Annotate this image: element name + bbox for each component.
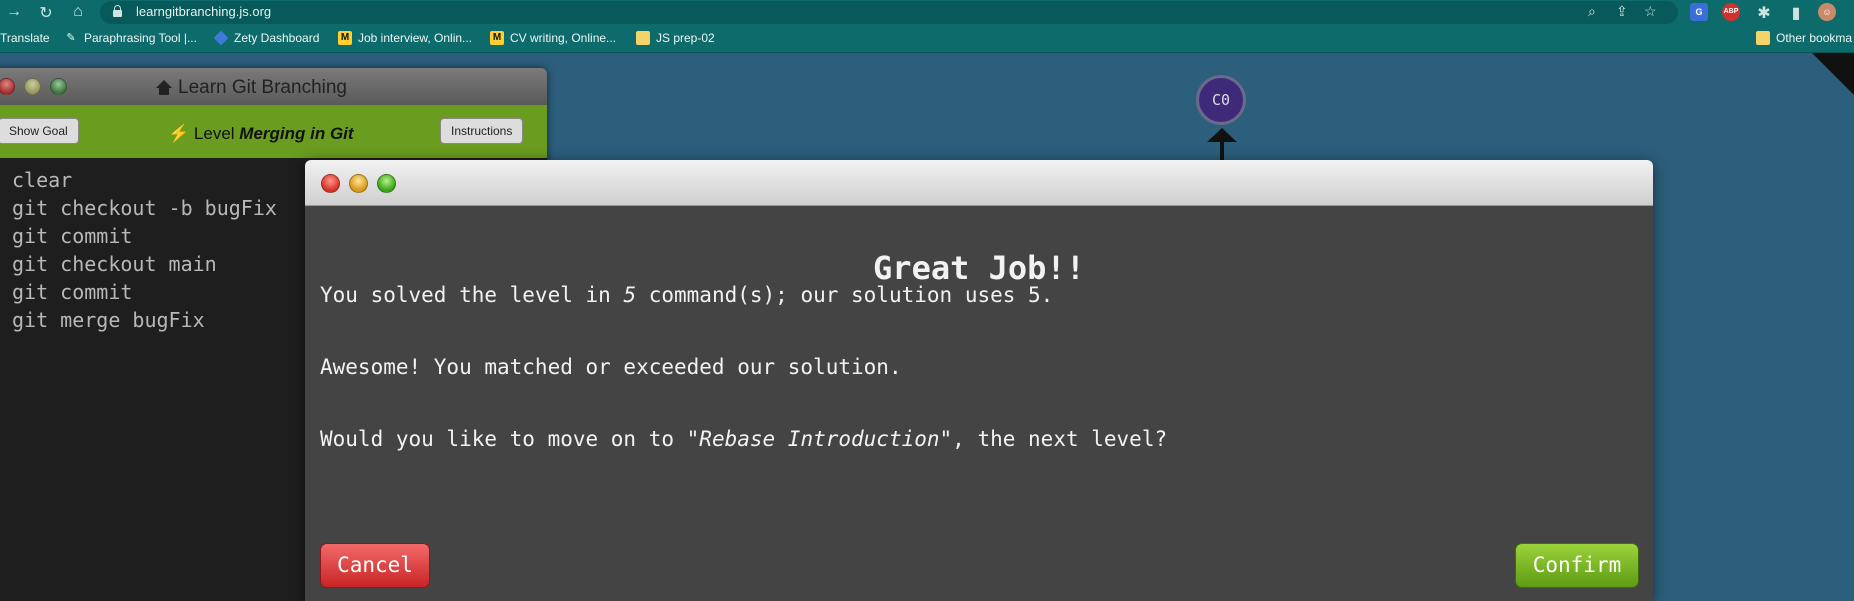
- cancel-button[interactable]: Cancel: [320, 543, 430, 588]
- bookmark-label: JS prep-02: [656, 31, 715, 45]
- bookmark-other[interactable]: Other bookma: [1756, 31, 1852, 45]
- command-count: 5: [623, 283, 637, 307]
- reload-icon[interactable]: ↻: [34, 3, 58, 23]
- level-name: Merging in Git: [239, 124, 354, 143]
- dialog-body: Great Job!! You solved the level in 5 co…: [305, 249, 1653, 451]
- close-light[interactable]: [321, 174, 340, 193]
- show-goal-button[interactable]: Show Goal: [0, 118, 79, 144]
- zoom-icon[interactable]: ⌕: [1588, 3, 1596, 20]
- next-level-name: "Rebase Introduction": [686, 427, 953, 451]
- terminal-title-text: Learn Git Branching: [178, 77, 347, 98]
- sidebar-icon[interactable]: ▮: [1784, 3, 1808, 23]
- confirm-button[interactable]: Confirm: [1515, 543, 1639, 588]
- miro-icon: M: [490, 31, 504, 45]
- question-suffix: , the next level?: [952, 427, 1168, 451]
- bookmark-label: Other bookma: [1776, 31, 1853, 45]
- level-bar: Show Goal ⚡ Level Merging in Git Instruc…: [0, 105, 547, 158]
- close-light[interactable]: [0, 78, 15, 95]
- home-icon[interactable]: ⌂: [66, 3, 90, 21]
- level-prefix: Level: [193, 124, 235, 143]
- bookmark-zety[interactable]: Zety Dashboard: [213, 30, 320, 46]
- profile-avatar[interactable]: ☺: [1818, 3, 1836, 21]
- home-icon: [156, 80, 172, 96]
- browser-toolbar: → ↻ ⌂ learngitbranching.js.org ⌕ ⇪ ☆ G A…: [0, 0, 1854, 25]
- bookmark-label: Zety Dashboard: [234, 31, 320, 45]
- terminal-titlebar[interactable]: Learn Git Branching: [0, 68, 547, 105]
- share-icon[interactable]: ⇪: [1616, 3, 1628, 20]
- zety-icon: [213, 30, 229, 46]
- terminal-title: Learn Git Branching: [156, 77, 347, 99]
- adblock-plus-icon[interactable]: ABP: [1722, 3, 1740, 21]
- bookmark-star-icon[interactable]: ☆: [1644, 3, 1657, 20]
- bookmark-cv-writing[interactable]: M CV writing, Online...: [490, 31, 616, 45]
- bookmark-paraphrasing[interactable]: ✎ Paraphrasing Tool |...: [64, 31, 197, 45]
- address-bar[interactable]: learngitbranching.js.org ⌕ ⇪ ☆: [100, 1, 1678, 24]
- solution-text: command(s); our solution uses 5.: [636, 283, 1054, 307]
- forward-icon[interactable]: →: [2, 3, 26, 21]
- bookmark-label: Paraphrasing Tool |...: [84, 31, 197, 45]
- lock-icon[interactable]: [113, 5, 122, 17]
- bookmark-label: Job interview, Onlin...: [358, 31, 473, 45]
- bookmark-label: Translate: [0, 31, 50, 45]
- folder-icon: [636, 31, 650, 45]
- maximize-light[interactable]: [50, 78, 67, 95]
- paraphrase-icon: ✎: [66, 32, 76, 44]
- miro-icon: M: [338, 31, 352, 45]
- bookmark-translate[interactable]: Translate: [0, 31, 50, 45]
- branch-arrow-head: [1207, 128, 1237, 142]
- instructions-button[interactable]: Instructions: [440, 118, 524, 144]
- url-text[interactable]: learngitbranching.js.org: [136, 4, 271, 19]
- solved-message: You solved the level in 5 command(s); ou…: [320, 283, 1053, 307]
- question-text: Would you like to move on to: [320, 427, 687, 451]
- next-level-question: Would you like to move on to "Rebase Int…: [320, 427, 1167, 451]
- commit-node[interactable]: C0: [1196, 75, 1246, 125]
- bookmarks-bar: Translate ✎ Paraphrasing Tool |... Zety D…: [0, 25, 1854, 53]
- solved-text: You solved the level in: [320, 283, 624, 307]
- minimize-light[interactable]: [24, 78, 41, 95]
- level-label: ⚡ Level Merging in Git: [168, 124, 354, 144]
- puzzle-icon[interactable]: ✱: [1752, 3, 1776, 23]
- corner-decoration: [1812, 53, 1854, 95]
- dialog-titlebar[interactable]: [305, 160, 1653, 206]
- google-translate-icon[interactable]: G: [1690, 3, 1708, 21]
- lightning-icon: ⚡: [168, 124, 190, 143]
- bookmark-js-prep[interactable]: JS prep-02: [636, 31, 715, 45]
- awesome-message: Awesome! You matched or exceeded our sol…: [320, 355, 902, 379]
- bookmark-label: CV writing, Online...: [510, 31, 617, 45]
- bookmark-job-interview[interactable]: M Job interview, Onlin...: [338, 31, 472, 45]
- maximize-light[interactable]: [377, 174, 396, 193]
- level-complete-dialog: Great Job!! You solved the level in 5 co…: [305, 160, 1653, 601]
- minimize-light[interactable]: [349, 174, 368, 193]
- folder-icon: [1756, 31, 1770, 45]
